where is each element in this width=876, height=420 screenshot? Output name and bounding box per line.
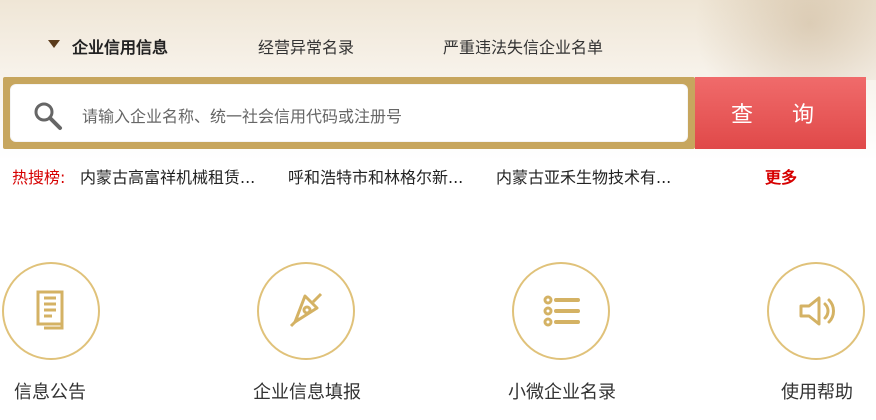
list-icon xyxy=(543,295,580,327)
hot-search-item[interactable]: 呼和浩特市和林格尔新... xyxy=(288,164,463,188)
search-input[interactable]: 请输入企业名称、统一社会信用代码或注册号 xyxy=(10,84,688,142)
nav-tabs: 企业信用信息 经营异常名录 严重违法失信企业名单 xyxy=(0,28,876,64)
speaker-icon xyxy=(799,296,835,326)
hot-search-label: 热搜榜: xyxy=(12,168,66,187)
feature-label: 小微企业名录 xyxy=(508,382,616,403)
feature-label: 企业信息填报 xyxy=(253,382,361,403)
hot-search-bar: 热搜榜: 内蒙古高富祥机械租赁... 呼和浩特市和林格尔新... 内蒙古亚禾生物… xyxy=(12,164,862,188)
search-placeholder: 请输入企业名称、统一社会信用代码或注册号 xyxy=(82,107,403,126)
feature-enterprise-filing[interactable] xyxy=(257,262,355,360)
hot-search-item[interactable]: 内蒙古高富祥机械租赁... xyxy=(80,164,255,188)
tab-abnormal-operations-list[interactable]: 经营异常名录 xyxy=(258,34,354,58)
feature-info-announcement[interactable] xyxy=(2,262,100,360)
search-bar: 请输入企业名称、统一社会信用代码或注册号 xyxy=(3,77,695,149)
tab-serious-violations-list[interactable]: 严重违法失信企业名单 xyxy=(443,34,603,58)
search-button[interactable]: 查 询 xyxy=(695,77,866,149)
feature-usage-help[interactable] xyxy=(767,262,865,360)
feature-label: 信息公告 xyxy=(14,382,86,403)
feature-label: 使用帮助 xyxy=(781,382,853,403)
tab-enterprise-credit-info[interactable]: 企业信用信息 xyxy=(72,34,168,58)
hot-search-item[interactable]: 内蒙古亚禾生物技术有... xyxy=(496,164,671,188)
triangle-down-icon xyxy=(48,40,60,48)
hot-search-more-link[interactable]: 更多 xyxy=(765,164,797,188)
pen-nib-icon xyxy=(289,292,323,328)
document-icon xyxy=(36,290,64,330)
search-icon xyxy=(34,102,62,130)
feature-small-micro-list[interactable] xyxy=(512,262,610,360)
